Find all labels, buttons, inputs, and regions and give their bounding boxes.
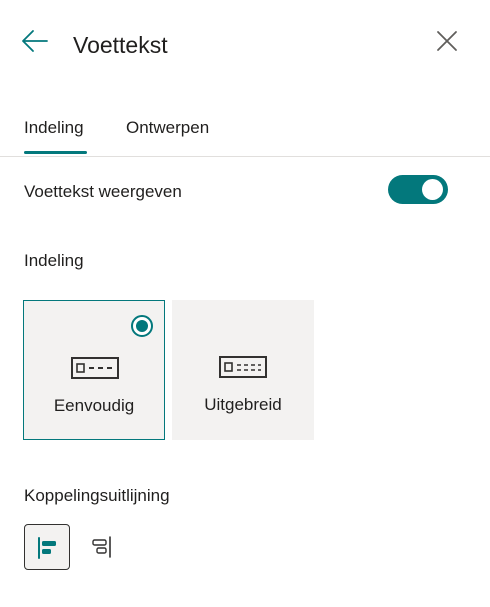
layout-section-label: Indeling bbox=[24, 251, 84, 270]
layout-option-simple[interactable]: Eenvoudig bbox=[23, 300, 165, 440]
radio-selected-icon bbox=[131, 315, 153, 337]
layout-option-extended[interactable]: Uitgebreid bbox=[172, 300, 314, 440]
back-button[interactable] bbox=[18, 24, 52, 58]
tab-bar: Indeling Ontwerpen bbox=[0, 108, 490, 157]
align-left-icon bbox=[38, 537, 56, 559]
footer-simple-icon bbox=[71, 357, 119, 379]
show-footer-toggle[interactable] bbox=[388, 175, 448, 204]
align-right-button[interactable] bbox=[78, 524, 124, 570]
active-tab-indicator bbox=[24, 151, 87, 154]
footer-extended-icon bbox=[219, 356, 267, 378]
close-button[interactable] bbox=[430, 24, 464, 58]
close-icon bbox=[437, 31, 457, 51]
tab-indeling[interactable]: Indeling bbox=[24, 117, 84, 139]
align-right-icon bbox=[92, 536, 111, 558]
toggle-knob bbox=[422, 179, 443, 200]
layout-option-label: Eenvoudig bbox=[53, 396, 135, 415]
arrow-left-icon bbox=[22, 30, 48, 52]
link-alignment-label: Koppelingsuitlijning bbox=[24, 486, 170, 505]
tab-ontwerpen[interactable]: Ontwerpen bbox=[126, 117, 209, 139]
panel-title: Voettekst bbox=[73, 32, 168, 58]
show-footer-label: Voettekst weergeven bbox=[24, 182, 182, 201]
panel-header: Voettekst bbox=[0, 0, 490, 90]
layout-option-label: Uitgebreid bbox=[204, 395, 282, 414]
align-left-button[interactable] bbox=[24, 524, 70, 570]
